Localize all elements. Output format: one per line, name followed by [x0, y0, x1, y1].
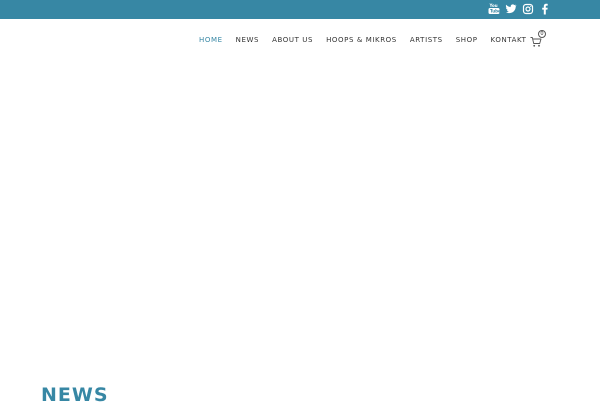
top-bar: You Tube — [0, 0, 600, 19]
twitter-icon — [505, 4, 517, 14]
facebook-icon — [542, 3, 548, 15]
hero-area — [0, 63, 600, 373]
instagram-icon — [522, 3, 534, 15]
site-header: HOME NEWS ABOUT US HOOPS & MIKROS ARTIST… — [0, 19, 600, 63]
youtube-link[interactable]: You Tube — [488, 2, 500, 16]
nav-item-artists[interactable]: ARTISTS — [410, 36, 443, 44]
twitter-link[interactable] — [505, 2, 517, 16]
nav-item-about-us[interactable]: ABOUT US — [272, 36, 313, 44]
facebook-link[interactable] — [539, 2, 551, 16]
nav-item-news[interactable]: NEWS — [236, 36, 259, 44]
news-section-heading: NEWS — [41, 384, 109, 406]
main-nav: HOME NEWS ABOUT US HOOPS & MIKROS ARTIST… — [199, 36, 540, 44]
instagram-link[interactable] — [522, 2, 534, 16]
nav-item-kontakt[interactable]: KONTAKT — [491, 36, 527, 44]
svg-text:You: You — [489, 3, 498, 8]
social-links: You Tube — [488, 2, 551, 16]
cart-count-badge: 0 — [538, 30, 546, 38]
svg-text:Tube: Tube — [490, 9, 500, 14]
nav-item-shop[interactable]: SHOP — [456, 36, 478, 44]
nav-item-home[interactable]: HOME — [199, 36, 223, 44]
youtube-icon: You Tube — [488, 3, 500, 14]
cart-button[interactable]: 0 — [530, 30, 546, 47]
nav-item-hoops-mikros[interactable]: HOOPS & MIKROS — [326, 36, 397, 44]
